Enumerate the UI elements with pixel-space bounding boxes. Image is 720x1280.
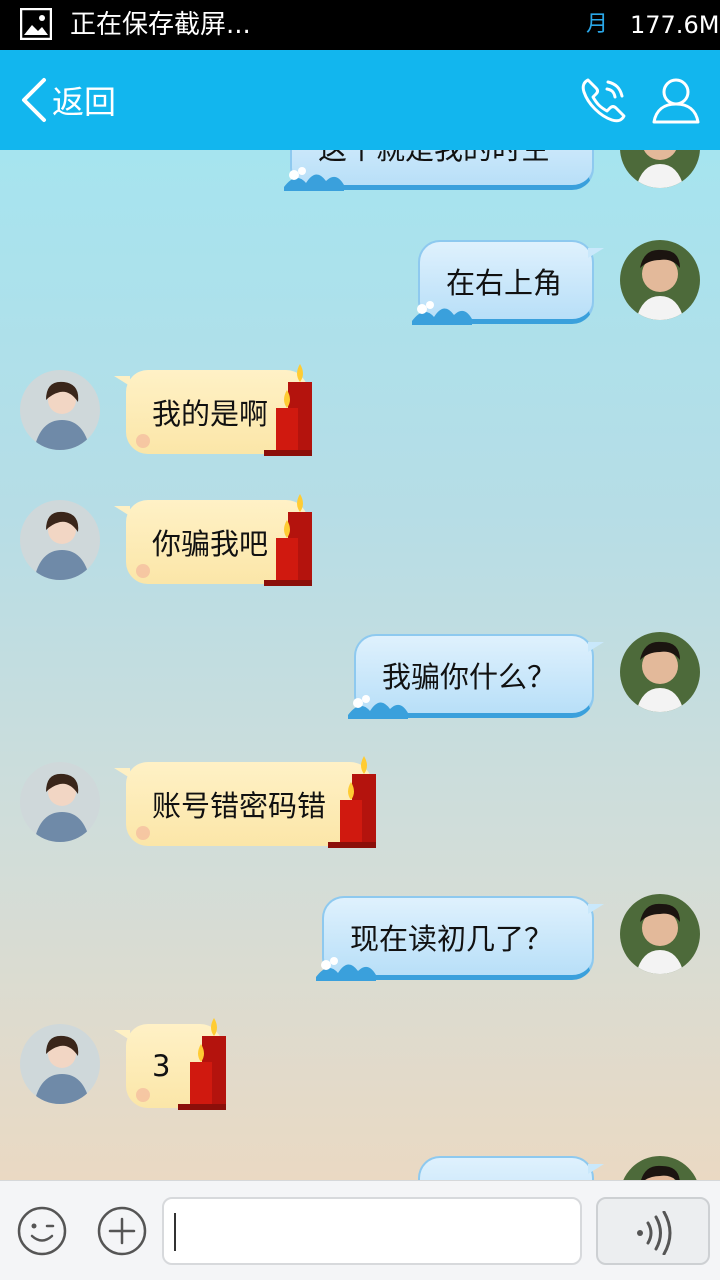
avatar-contact[interactable] [20,500,100,580]
image-icon [20,8,52,40]
moon-icon: 月 [586,12,609,37]
back-label: 返回 [52,83,117,121]
candle-decoration-icon [178,1018,226,1110]
avatar-self[interactable] [620,150,700,188]
chevron-left-icon [22,78,46,122]
candle-decoration-icon [328,756,376,848]
avatar-self[interactable] [620,894,700,974]
message-bubble-sent[interactable]: 在右上角 [412,240,604,325]
voice-button[interactable] [596,1197,710,1265]
bubble-tail [114,1030,130,1040]
bubble-tail [588,248,604,258]
wave-decoration-icon [412,301,472,325]
back-button[interactable]: 返回 [18,74,116,126]
decor-dot [136,826,150,840]
bubble-tail [114,768,130,778]
message-bubble-sent[interactable] [418,1156,604,1180]
decor-dot [136,1088,150,1102]
candle-decoration-icon [264,364,312,456]
message-bubble-sent[interactable]: 我骗你什么？ [348,634,604,719]
voice-icon [637,1211,672,1255]
message-text: 这个就是我的时空 [318,150,550,168]
input-bar [0,1180,720,1280]
message-text: 现在读初几了？ [350,921,554,956]
message-text: 我的是啊 [152,397,269,431]
message-bubble-sent[interactable]: 现在读初几了？ [316,896,604,981]
chat-header: 返回 [0,50,720,150]
avatar-contact[interactable] [20,370,100,450]
screenshot-notification: 正在保存截屏... [70,10,251,40]
message-text: 账号错密码错 [152,789,327,823]
bubble-tail [114,506,130,516]
decor-dot [136,434,150,448]
message-text: 3 [152,1049,171,1083]
decor-dot [136,564,150,578]
person-icon[interactable] [650,74,702,126]
bubble-tail [588,642,604,652]
bubble-tail [588,1164,604,1174]
candle-decoration-icon [264,494,312,586]
message-input[interactable] [162,1197,582,1265]
bubble-tail [114,376,130,386]
phone-icon[interactable] [578,74,630,126]
chat-area[interactable]: 这个就是我的时空 在右上角 我的是啊 你骗我吧 我骗你什么？ [0,150,720,1180]
wave-decoration-icon [284,167,344,191]
emoji-icon[interactable] [16,1205,68,1257]
wave-decoration-icon [316,957,376,981]
memory-readout: 177.6M [630,11,720,39]
message-bubble-sent[interactable]: 这个就是我的时空 [284,150,594,191]
avatar-self[interactable] [620,240,700,320]
wave-decoration-icon [348,695,408,719]
bubble-tail [588,904,604,914]
avatar-contact[interactable] [20,1024,100,1104]
plus-icon[interactable] [96,1205,148,1257]
avatar-self[interactable] [620,1156,700,1180]
status-bar: 正在保存截屏... 月 177.6M [0,0,720,50]
message-text: 你骗我吧 [152,527,269,561]
avatar-contact[interactable] [20,762,100,842]
avatar-self[interactable] [620,632,700,712]
text-caret [174,1213,176,1251]
